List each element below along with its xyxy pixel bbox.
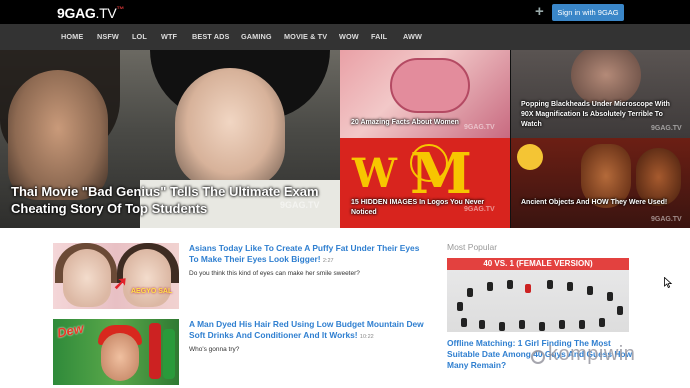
image-shape — [410, 144, 448, 182]
plus-icon[interactable]: + — [535, 3, 544, 20]
featured-tile-logos[interactable]: W M 15 HIDDEN IMAGES In Logos You Never … — [340, 138, 510, 228]
nav-fail[interactable]: FAIL — [371, 32, 387, 41]
image-shape — [519, 320, 525, 329]
featured-grid: Thai Movie "Bad Genius" Tells The Ultima… — [0, 50, 690, 228]
thumbnail-label: Dew — [55, 320, 86, 341]
most-popular-thumbnail[interactable]: 40 VS. 1 (FEMALE VERSION) — [447, 258, 629, 332]
article-description: Who's gonna try? — [189, 346, 240, 353]
image-shape — [390, 58, 470, 113]
featured-tile-facts[interactable]: 20 Amazing Facts About Women 9GAG.TV — [340, 50, 510, 138]
image-shape — [547, 280, 553, 289]
article-item: ➚ AEGYO SAL Asians Today Like To Create … — [53, 243, 423, 311]
kompiwin-logo-icon — [531, 350, 545, 364]
featured-main-tile[interactable]: Thai Movie "Bad Genius" Tells The Ultima… — [0, 50, 340, 228]
image-shape — [175, 68, 285, 188]
featured-tile-blackheads[interactable]: Popping Blackheads Under Microscope With… — [511, 50, 690, 138]
image-shape — [507, 280, 513, 289]
nav-wtf[interactable]: WTF — [161, 32, 177, 41]
tile-caption: Ancient Objects And HOW They Were Used! — [521, 199, 668, 206]
logo-trademark: ™ — [116, 5, 125, 14]
image-shape — [63, 249, 111, 307]
image-shape — [461, 318, 467, 327]
article-title[interactable]: Asians Today Like To Create A Puffy Fat … — [189, 243, 425, 267]
site-logo[interactable]: 9GAG.TV™ — [57, 5, 124, 21]
shocked-emoji-icon — [517, 144, 543, 170]
image-shape — [101, 333, 139, 381]
image-shape — [149, 323, 161, 379]
article-duration: 2:27 — [322, 258, 334, 264]
tile-caption: 20 Amazing Facts About Women — [351, 119, 459, 126]
image-shape — [539, 322, 545, 331]
nav-aww[interactable]: AWW — [403, 32, 422, 41]
category-nav: HOME NSFW LOL WTF BEST ADS GAMING MOVIE … — [0, 24, 690, 50]
article-thumbnail[interactable]: ➚ AEGYO SAL — [53, 243, 179, 309]
featured-tile-ancient[interactable]: Ancient Objects And HOW They Were Used! … — [511, 138, 690, 228]
nav-best-ads[interactable]: BEST ADS — [192, 32, 229, 41]
logo-tv: .TV — [95, 5, 117, 21]
image-shape — [487, 282, 493, 291]
watermark: 9GAG.TV — [651, 125, 682, 132]
image-shape — [607, 292, 613, 301]
nav-gaming[interactable]: GAMING — [241, 32, 272, 41]
watermark: 9GAG.TV — [464, 206, 495, 213]
thumbnail-label: AEGYO SAL — [131, 288, 173, 295]
article-item: Dew A Man Dyed His Hair Red Using Low Bu… — [53, 319, 425, 387]
watermark: 9GAG.TV — [280, 200, 320, 210]
article-title-text[interactable]: Asians Today Like To Create A Puffy Fat … — [189, 243, 419, 264]
image-shape — [8, 70, 108, 200]
image-shape — [559, 320, 565, 329]
image-shape — [617, 306, 623, 315]
image-shape — [599, 318, 605, 327]
kompiwin-watermark: kompiwin — [548, 343, 636, 365]
image-shape — [479, 320, 485, 329]
article-description: Do you think this kind of eyes can make … — [189, 270, 360, 277]
image-shape — [571, 50, 641, 105]
article-title[interactable]: A Man Dyed His Hair Red Using Low Budget… — [189, 319, 425, 343]
image-shape — [567, 282, 573, 291]
image-shape — [457, 302, 463, 311]
nav-nsfw[interactable]: NSFW — [97, 32, 119, 41]
article-duration: 10:22 — [359, 334, 374, 340]
mouse-cursor-icon — [664, 277, 673, 288]
page: 9GAG.TV™ + Sign in with 9GAG HOME NSFW L… — [0, 0, 690, 388]
image-shape — [525, 284, 531, 293]
article-thumbnail[interactable]: Dew — [53, 319, 179, 385]
image-shape — [467, 288, 473, 297]
nav-wow[interactable]: WOW — [339, 32, 359, 41]
article-title-text[interactable]: A Man Dyed His Hair Red Using Low Budget… — [189, 319, 424, 340]
top-header: 9GAG.TV™ + Sign in with 9GAG — [0, 0, 690, 24]
most-popular-heading: Most Popular — [447, 242, 498, 252]
image-shape: W — [352, 150, 397, 197]
watermark: 9GAG.TV — [651, 216, 682, 223]
nav-movie-tv[interactable]: MOVIE & TV — [284, 32, 327, 41]
logo-main: 9GAG — [57, 5, 96, 21]
nav-lol[interactable]: LOL — [132, 32, 147, 41]
image-shape — [587, 286, 593, 295]
image-shape — [499, 322, 505, 331]
arrow-icon: ➚ — [113, 273, 129, 293]
image-shape — [579, 320, 585, 329]
watermark: 9GAG.TV — [464, 124, 495, 131]
image-shape — [123, 249, 171, 307]
sign-in-button[interactable]: Sign in with 9GAG — [552, 4, 624, 21]
image-shape — [163, 329, 175, 379]
thumbnail-banner: 40 VS. 1 (FEMALE VERSION) — [447, 258, 629, 270]
nav-home[interactable]: HOME — [61, 32, 83, 41]
